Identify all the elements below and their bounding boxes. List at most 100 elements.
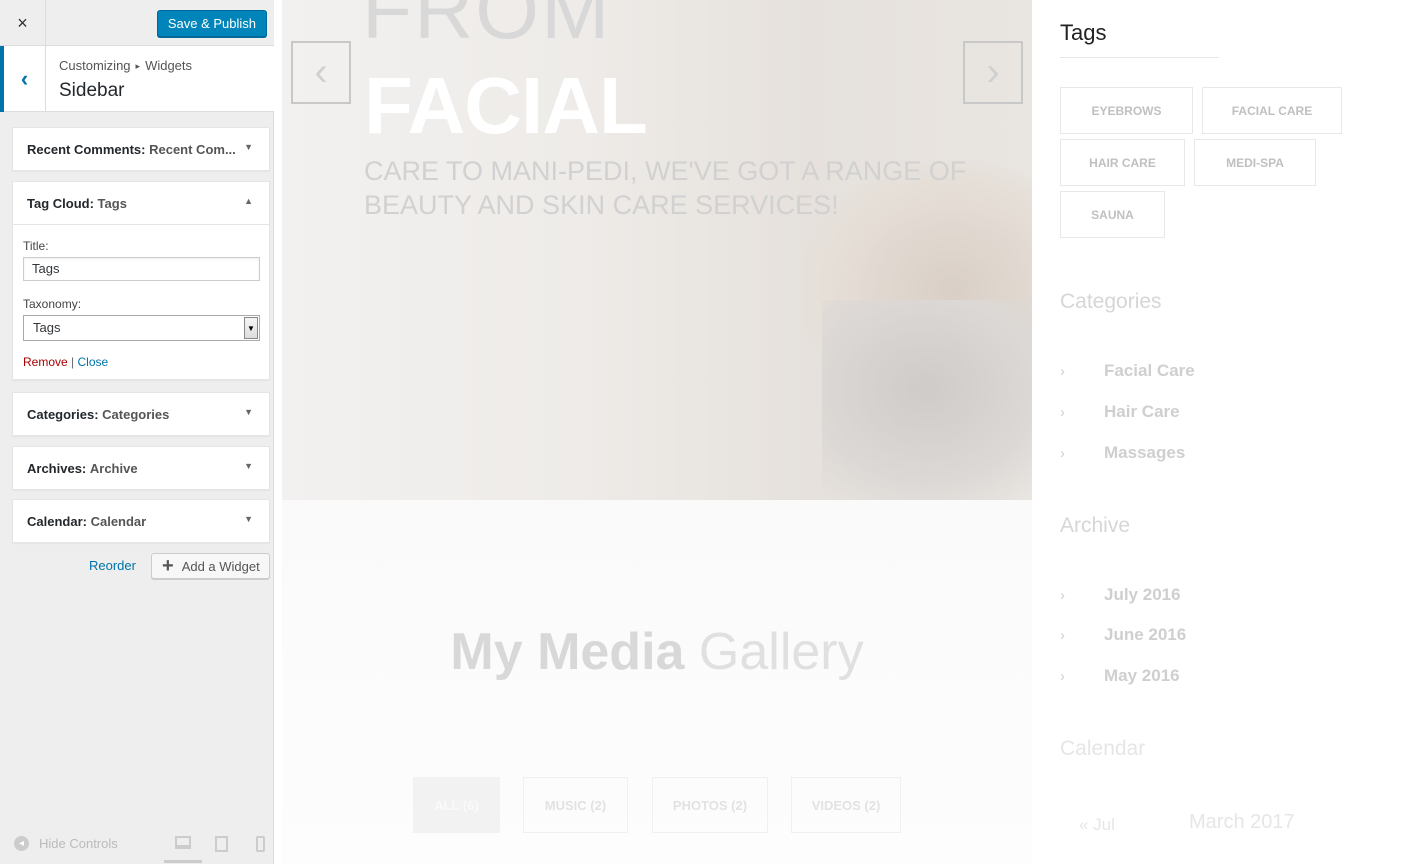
tag-link[interactable]: SAUNA	[1060, 191, 1165, 238]
close-icon: ×	[17, 12, 28, 33]
widget-recent-comments: Recent Comments: Recent Com... ▼	[12, 127, 270, 171]
widget-title: Recent Com...	[149, 141, 236, 157]
widget-categories: Categories: Categories ▼	[12, 392, 270, 436]
actions-separator: |	[71, 355, 75, 369]
chevron-right-icon: ›	[1060, 404, 1065, 421]
chevron-down-icon[interactable]: ▼	[244, 514, 253, 524]
gallery-title-light: Gallery	[684, 623, 864, 681]
title-input[interactable]: Tags	[23, 257, 260, 281]
filter-videos[interactable]: VIDEOS (2)	[791, 777, 901, 833]
widget-title: Tags	[97, 195, 127, 211]
taxonomy-label: Taxonomy:	[23, 297, 82, 311]
widget-header[interactable]: Tag Cloud: Tags ▲	[13, 182, 269, 224]
chevron-down-icon[interactable]: ▼	[244, 407, 253, 417]
tag-link[interactable]: EYEBROWS	[1060, 87, 1193, 134]
chevron-down-icon[interactable]: ▼	[244, 142, 253, 152]
add-widget-label: Add a Widget	[181, 558, 260, 574]
desktop-preview-icon[interactable]	[175, 836, 191, 849]
category-link[interactable]: › Hair Care	[1060, 402, 1180, 422]
media-gallery: My Media Gallery ALL (6) MUSIC (2) PHOTO…	[282, 500, 1032, 864]
archive-label: May 2016	[1104, 666, 1180, 685]
widget-title: Calendar	[90, 513, 147, 529]
widget-type: Calendar:	[27, 513, 87, 529]
widget-type: Recent Comments:	[27, 141, 146, 157]
widget-actions: Remove | Close	[23, 355, 259, 369]
taxonomy-select[interactable]: Tags ▼	[23, 315, 260, 341]
reorder-link[interactable]: Reorder	[89, 558, 136, 573]
close-customizer-button[interactable]: ×	[0, 0, 46, 46]
back-button[interactable]: ‹	[0, 46, 46, 112]
chevron-left-icon: ‹	[314, 50, 328, 94]
breadcrumb-current: Widgets	[145, 58, 193, 73]
gallery-title: My Media Gallery	[282, 622, 1032, 682]
save-publish-button[interactable]: Save & Publish	[156, 10, 267, 37]
hero-slider: FROM FACIAL CARE TO MANI-PEDI, WE'VE GOT…	[282, 0, 1032, 500]
chevron-down-icon[interactable]: ▼	[244, 461, 253, 471]
panel-title: Sidebar	[59, 80, 125, 101]
tag-link[interactable]: FACIAL CARE	[1202, 87, 1342, 134]
chevron-right-icon: ›	[1060, 363, 1065, 380]
chevron-right-icon: ›	[1060, 445, 1065, 462]
widget-title: Categories	[102, 406, 170, 422]
widget-header[interactable]: Recent Comments: Recent Com... ▼	[13, 128, 269, 170]
archive-heading: Archive	[1060, 514, 1131, 537]
widget-header[interactable]: Categories: Categories ▼	[13, 393, 269, 435]
close-link[interactable]: Close	[78, 355, 109, 369]
breadcrumb-separator: ▸	[135, 61, 141, 71]
chevron-right-icon: ›	[1060, 627, 1065, 644]
hero-line1: FROM	[362, 0, 612, 56]
gallery-title-bold: My Media	[450, 623, 685, 681]
remove-link[interactable]: Remove	[23, 355, 68, 369]
chevron-up-icon[interactable]: ▲	[244, 196, 253, 206]
tags-divider	[1060, 57, 1219, 58]
tag-link[interactable]: HAIR CARE	[1060, 139, 1185, 186]
chevron-left-icon: ‹	[20, 66, 29, 91]
hero-image-cloth	[822, 300, 1032, 500]
calendar-heading: Calendar	[1060, 737, 1146, 760]
customizer-controls: × Save & Publish ‹ Customizing ▸ Widgets S…	[0, 0, 274, 864]
widget-title: Archive	[89, 460, 138, 476]
widget-type: Archives:	[27, 460, 87, 476]
customizer-header: × Save & Publish	[0, 0, 274, 46]
preview-sidebar: Tags EYEBROWS FACIAL CARE HAIR CARE MEDI…	[1032, 0, 1419, 864]
archive-label: June 2016	[1104, 625, 1187, 644]
filter-all[interactable]: ALL (6)	[413, 777, 500, 833]
tablet-preview-icon[interactable]	[215, 836, 228, 852]
filter-photos[interactable]: PHOTOS (2)	[652, 777, 768, 833]
category-label: Massages	[1104, 443, 1186, 462]
widget-form: Title: Tags Taxonomy: Tags ▼ Remove | Cl…	[13, 224, 269, 379]
category-label: Facial Care	[1104, 361, 1195, 380]
chevron-right-icon: ›	[1060, 587, 1065, 604]
breadcrumb-root: Customizing	[59, 58, 131, 73]
widget-header[interactable]: Calendar: Calendar ▼	[13, 500, 269, 542]
hero-tagline: CARE TO MANI-PEDI, WE'VE GOT A RANGE OF …	[364, 156, 967, 220]
chevron-right-icon: ›	[1060, 668, 1065, 685]
collapse-icon: ◂	[14, 836, 29, 851]
category-link[interactable]: › Massages	[1060, 443, 1185, 463]
dropdown-arrow-icon[interactable]: ▼	[244, 317, 258, 339]
tags-heading: Tags	[1060, 20, 1107, 45]
archive-label: July 2016	[1104, 585, 1181, 604]
tag-link[interactable]: MEDI-SPA	[1194, 139, 1316, 186]
calendar-prev-link[interactable]: « Jul	[1079, 815, 1115, 835]
plus-icon: +	[162, 555, 174, 577]
slider-next-button[interactable]: ›	[963, 41, 1023, 104]
widget-type: Categories:	[27, 406, 99, 422]
calendar-month: March 2017	[1189, 811, 1295, 833]
breadcrumb: Customizing ▸ Widgets	[59, 58, 192, 73]
filter-music[interactable]: MUSIC (2)	[523, 777, 628, 833]
archive-link[interactable]: › May 2016	[1060, 666, 1180, 686]
widget-calendar: Calendar: Calendar ▼	[12, 499, 270, 543]
categories-heading: Categories	[1060, 290, 1162, 313]
archive-link[interactable]: › July 2016	[1060, 585, 1181, 605]
slider-prev-button[interactable]: ‹	[291, 41, 351, 104]
archive-link[interactable]: › June 2016	[1060, 625, 1186, 645]
widget-header[interactable]: Archives: Archive ▼	[13, 447, 269, 489]
panel-header: ‹ Customizing ▸ Widgets Sidebar	[0, 46, 274, 112]
add-widget-button[interactable]: + Add a Widget	[151, 553, 270, 579]
mobile-preview-icon[interactable]	[256, 836, 265, 852]
hide-controls-button[interactable]: ◂ Hide Controls	[14, 836, 118, 851]
hide-controls-label: Hide Controls	[39, 836, 118, 851]
category-link[interactable]: › Facial Care	[1060, 361, 1195, 381]
hero-line2: FACIAL	[364, 61, 648, 150]
